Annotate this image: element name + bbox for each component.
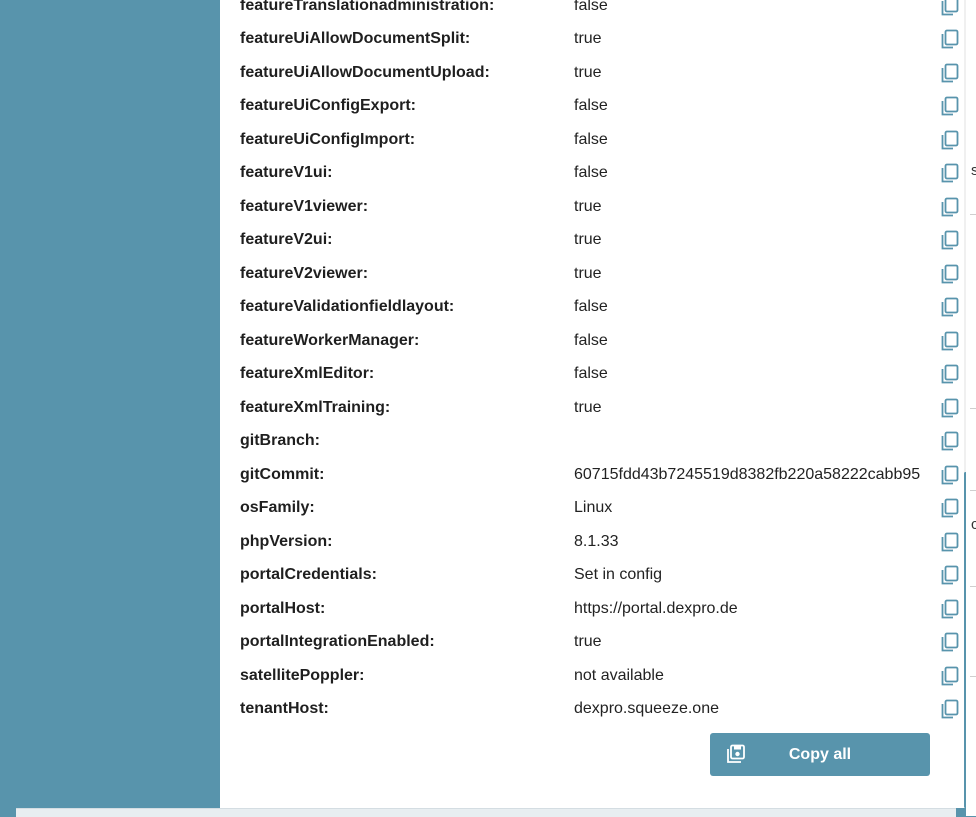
copy-icon[interactable] bbox=[939, 497, 961, 519]
config-value: false bbox=[574, 131, 608, 148]
edge-divider bbox=[970, 490, 976, 491]
config-row: featureXmlEditor: false bbox=[220, 357, 966, 390]
copy-icon[interactable] bbox=[939, 363, 961, 385]
config-key: portalIntegrationEnabled: bbox=[240, 633, 435, 650]
config-value: true bbox=[574, 399, 602, 416]
config-key: featureV2ui: bbox=[240, 231, 333, 248]
config-row: featureWorkerManager: false bbox=[220, 324, 966, 357]
config-row: satellitePoppler: not available bbox=[220, 659, 966, 692]
config-key: satellitePoppler: bbox=[240, 667, 365, 684]
config-row: gitBranch: bbox=[220, 424, 966, 457]
copy-icon[interactable] bbox=[939, 464, 961, 486]
edge-text: s bbox=[971, 162, 976, 179]
config-key: featureTranslationadministration: bbox=[240, 0, 495, 14]
config-value: false bbox=[574, 164, 608, 181]
edge-divider bbox=[970, 586, 976, 587]
config-row: featureUiConfigExport: false bbox=[220, 89, 966, 122]
copy-icon[interactable] bbox=[939, 95, 961, 117]
config-row: featureUiAllowDocumentSplit: true bbox=[220, 22, 966, 55]
config-value: dexpro.squeeze.one bbox=[574, 700, 719, 717]
config-value: 60715fdd43b7245519d8382fb220a58222cabb95 bbox=[574, 466, 921, 483]
config-key: gitCommit: bbox=[240, 466, 325, 483]
config-key: featureV2viewer: bbox=[240, 265, 369, 282]
config-value: false bbox=[574, 298, 608, 315]
config-row: featureV1ui: false bbox=[220, 156, 966, 189]
config-key: featureV1ui: bbox=[240, 164, 333, 181]
copy-icon[interactable] bbox=[939, 698, 961, 720]
config-value: false bbox=[574, 97, 608, 114]
config-key: portalCredentials: bbox=[240, 566, 377, 583]
edge-divider bbox=[970, 408, 976, 409]
edge-text: c bbox=[971, 516, 976, 533]
config-row: portalCredentials: Set in config bbox=[220, 558, 966, 591]
copy-all-button[interactable]: Copy all bbox=[710, 733, 930, 776]
config-value: 8.1.33 bbox=[574, 533, 619, 550]
config-row: osFamily: Linux bbox=[220, 491, 966, 524]
config-value: false bbox=[574, 332, 608, 349]
copy-icon[interactable] bbox=[939, 0, 961, 17]
config-row: featureUiAllowDocumentUpload: true bbox=[220, 56, 966, 89]
config-row: phpVersion: 8.1.33 bbox=[220, 525, 966, 558]
config-row: featureV2viewer: true bbox=[220, 257, 966, 290]
config-value: true bbox=[574, 198, 602, 215]
edge-divider bbox=[970, 214, 976, 215]
copy-icon[interactable] bbox=[939, 430, 961, 452]
config-row: featureUiConfigImport: false bbox=[220, 123, 966, 156]
config-key: featureWorkerManager: bbox=[240, 332, 420, 349]
config-value: true bbox=[574, 30, 602, 47]
config-value: true bbox=[574, 231, 602, 248]
copy-all-label: Copy all bbox=[788, 746, 852, 763]
copy-icon[interactable] bbox=[939, 229, 961, 251]
copy-icon[interactable] bbox=[939, 631, 961, 653]
config-row: featureV2ui: true bbox=[220, 223, 966, 256]
config-key: featureV1viewer: bbox=[240, 198, 369, 215]
config-key: portalHost: bbox=[240, 600, 326, 617]
config-value: true bbox=[574, 64, 602, 81]
config-value: https://portal.dexpro.de bbox=[574, 600, 738, 617]
config-value: not available bbox=[574, 667, 664, 684]
copy-icon[interactable] bbox=[939, 296, 961, 318]
config-value: false bbox=[574, 0, 608, 14]
config-key: osFamily: bbox=[240, 499, 315, 516]
config-info-dialog: featureTranslationadministration: false fe… bbox=[220, 0, 966, 808]
config-key: featureXmlEditor: bbox=[240, 365, 375, 382]
config-key: featureXmlTraining: bbox=[240, 399, 391, 416]
config-row: gitCommit: 60715fdd43b7245519d8382fb220a5… bbox=[220, 458, 966, 491]
copy-icon[interactable] bbox=[939, 397, 961, 419]
config-value: true bbox=[574, 265, 602, 282]
scrollbar-thumb[interactable] bbox=[964, 472, 966, 808]
copy-icon[interactable] bbox=[939, 665, 961, 687]
copy-icon[interactable] bbox=[939, 598, 961, 620]
config-value: false bbox=[574, 365, 608, 382]
config-key: gitBranch: bbox=[240, 432, 320, 449]
config-row: featureValidationfieldlayout: false bbox=[220, 290, 966, 323]
copy-icon[interactable] bbox=[939, 263, 961, 285]
config-row: featureXmlTraining: true bbox=[220, 391, 966, 424]
config-value: Set in config bbox=[574, 566, 663, 583]
config-key: featureValidationfieldlayout: bbox=[240, 298, 455, 315]
copy-icon[interactable] bbox=[939, 196, 961, 218]
config-key: featureUiAllowDocumentSplit: bbox=[240, 30, 471, 47]
config-row: portalIntegrationEnabled: true bbox=[220, 625, 966, 658]
config-key: featureUiConfigExport: bbox=[240, 97, 416, 114]
config-key: featureUiConfigImport: bbox=[240, 131, 416, 148]
copy-icon[interactable] bbox=[939, 564, 961, 586]
copy-icon[interactable] bbox=[939, 129, 961, 151]
copy-icon[interactable] bbox=[939, 330, 961, 352]
edge-divider bbox=[970, 676, 976, 677]
copy-icon[interactable] bbox=[939, 62, 961, 84]
config-key: featureUiAllowDocumentUpload: bbox=[240, 64, 490, 81]
config-value: Linux bbox=[574, 499, 613, 516]
config-row: portalHost: https://portal.dexpro.de bbox=[220, 592, 966, 625]
background-page-edge bbox=[966, 0, 976, 816]
config-row: featureTranslationadministration: false bbox=[220, 0, 966, 22]
copy-icon[interactable] bbox=[939, 162, 961, 184]
copy-icon[interactable] bbox=[939, 28, 961, 50]
config-row: featureV1viewer: true bbox=[220, 190, 966, 223]
copy-icon[interactable] bbox=[939, 531, 961, 553]
config-row: tenantHost: dexpro.squeeze.one bbox=[220, 692, 966, 725]
config-key: tenantHost: bbox=[240, 700, 329, 717]
config-value: true bbox=[574, 633, 602, 650]
config-key: phpVersion: bbox=[240, 533, 333, 550]
